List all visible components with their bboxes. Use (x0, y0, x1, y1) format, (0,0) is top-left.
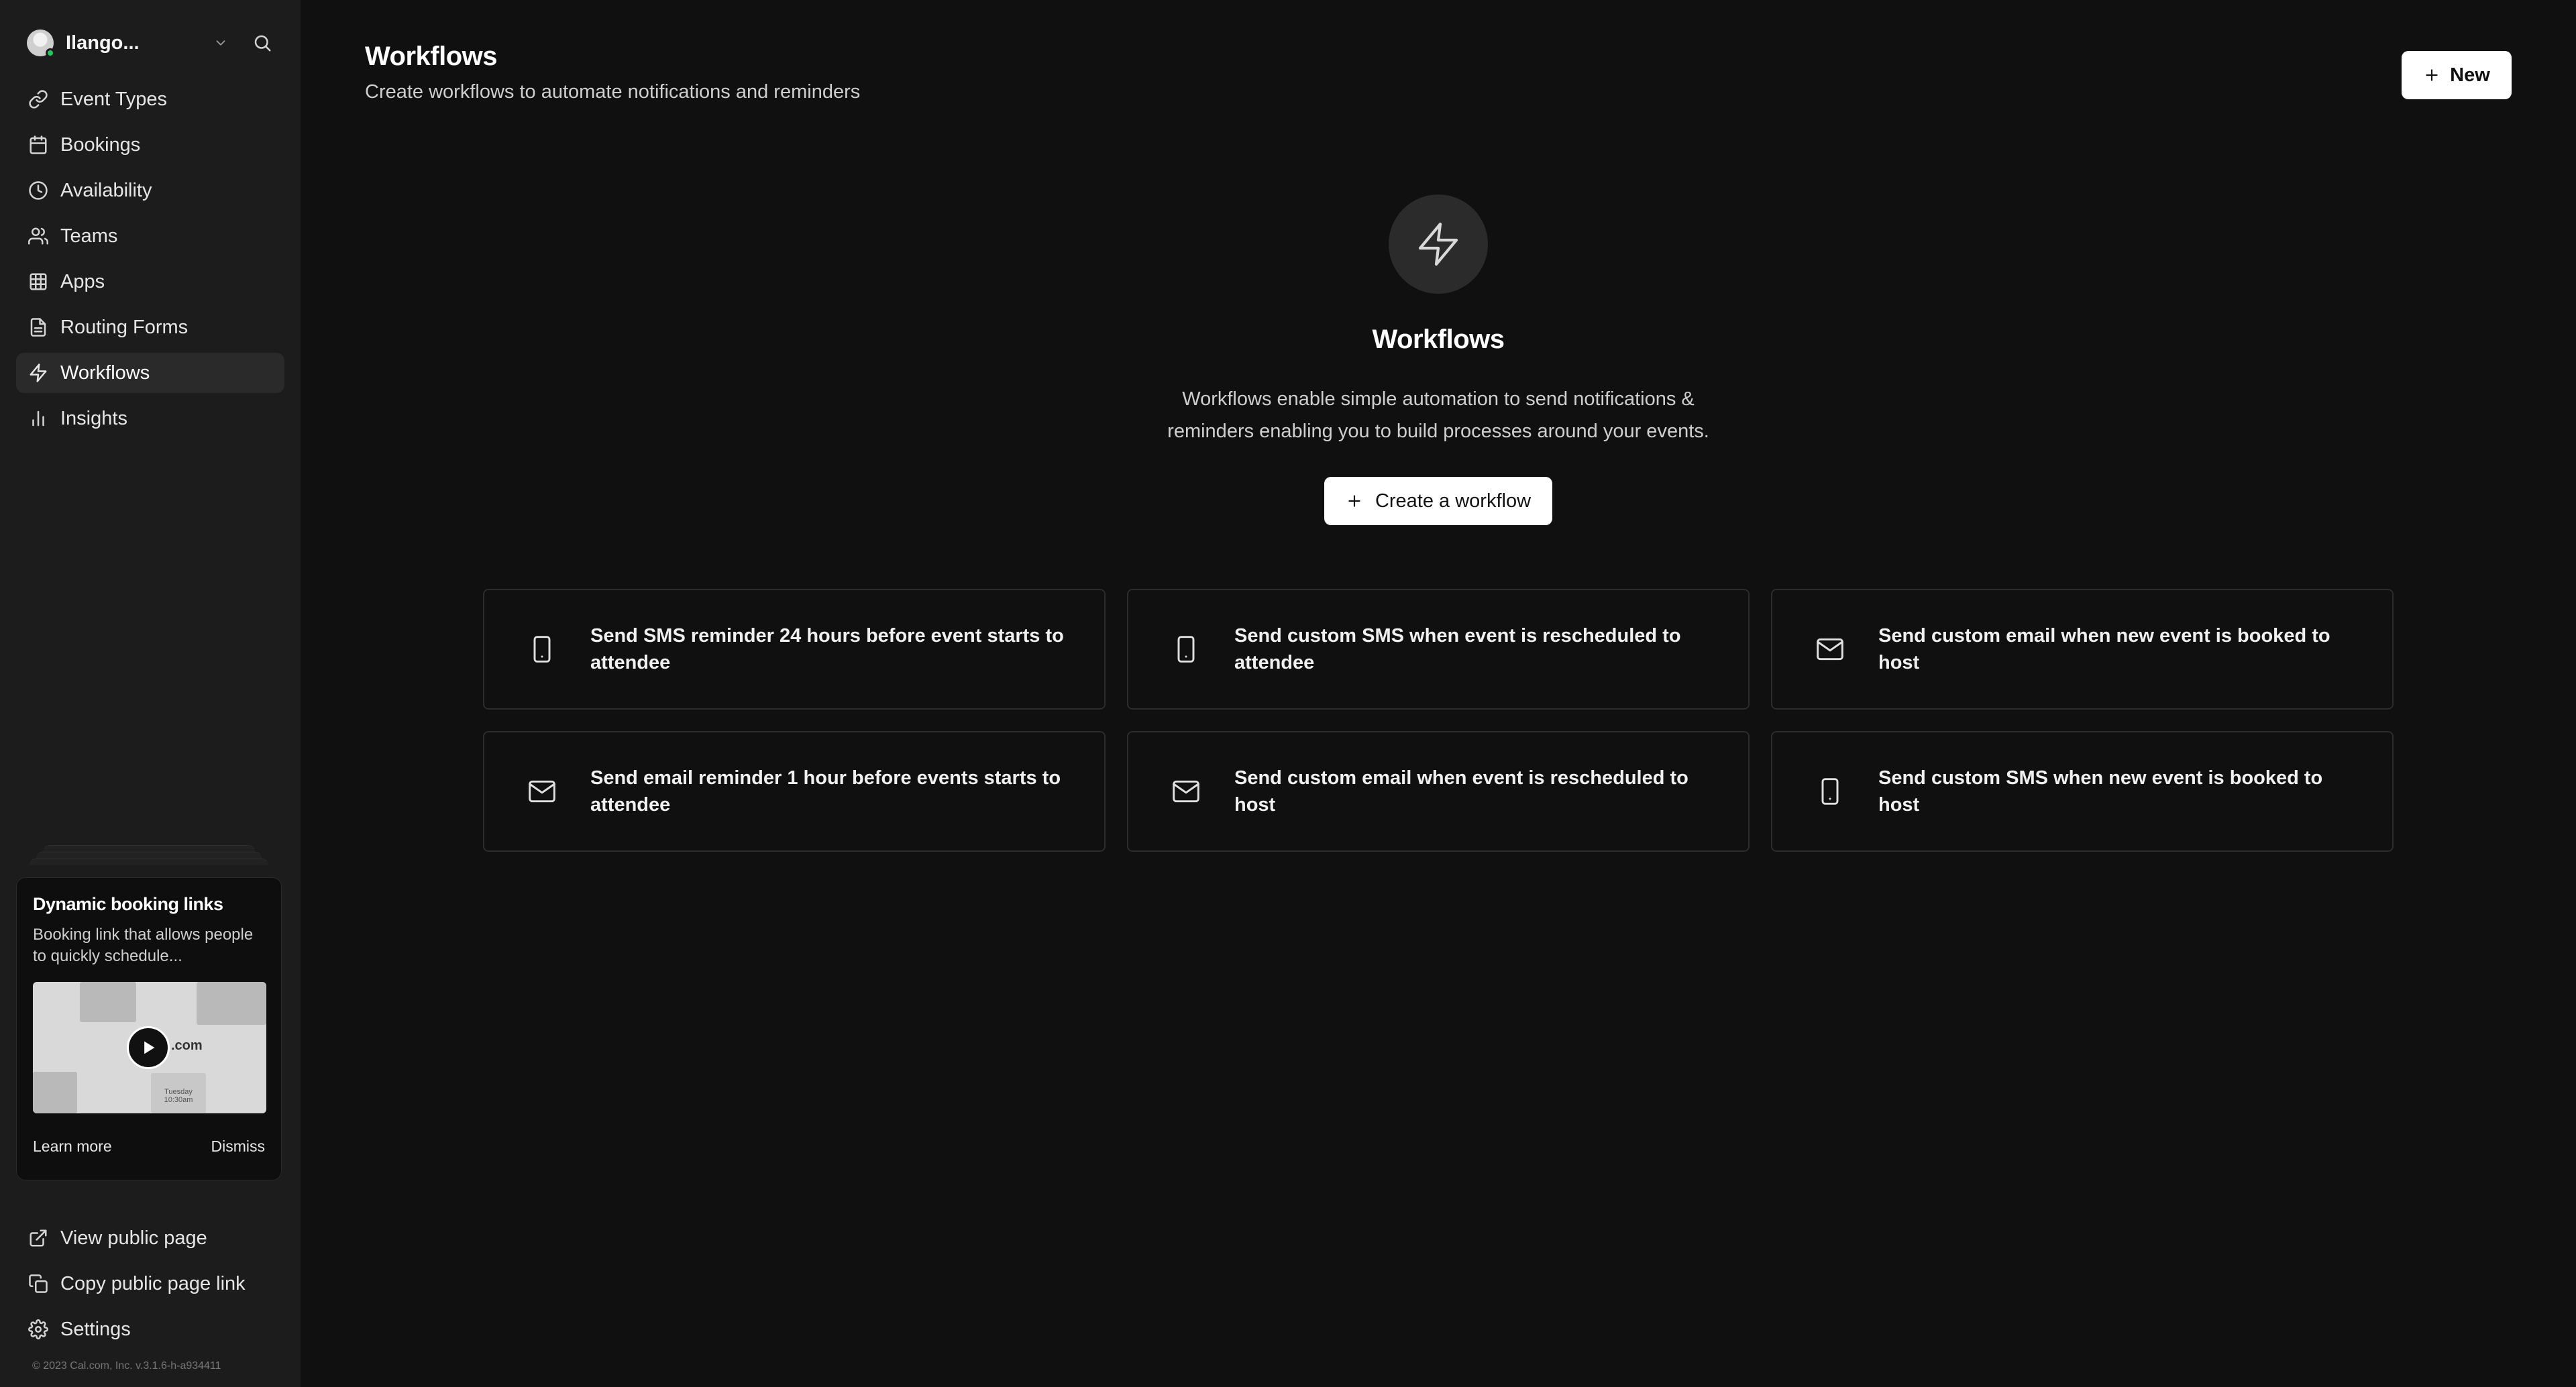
view-public-page-link[interactable]: View public page (16, 1218, 284, 1258)
new-button-label: New (2450, 64, 2490, 86)
search-icon[interactable] (251, 32, 274, 54)
sidebar-item-teams[interactable]: Teams (16, 216, 284, 256)
thumb-calendar-card: Tuesday 10:30am (151, 1073, 206, 1113)
workflow-template-card[interactable]: Send email reminder 1 hour before events… (483, 731, 1106, 852)
mail-icon (1815, 634, 1845, 664)
workflow-template-label: Send custom email when new event is book… (1878, 625, 2330, 673)
sidebar-item-workflows[interactable]: Workflows (16, 353, 284, 393)
sidebar-item-label: Bookings (60, 133, 141, 156)
workflow-template-card[interactable]: Send custom email when event is reschedu… (1127, 731, 1750, 852)
copy-icon (28, 1274, 48, 1294)
gear-icon (28, 1319, 48, 1339)
sidebar-item-label: Copy public page link (60, 1272, 246, 1294)
sidebar-item-availability[interactable]: Availability (16, 170, 284, 211)
promo-actions: Learn more Dismiss (33, 1138, 265, 1156)
copyright-text: © 2023 Cal.com, Inc. v.3.1.6-h-a934411 (32, 1360, 221, 1372)
plus-icon (2426, 69, 2438, 81)
page-title: Workflows (365, 42, 498, 71)
calendar-icon (28, 135, 48, 155)
workflow-template-label: Send custom SMS when event is reschedule… (1234, 625, 1681, 673)
sidebar-item-label: Settings (60, 1318, 131, 1340)
smartphone-icon (1171, 634, 1201, 664)
app-root: Ilango... Event Types Bookings Availabil… (0, 0, 2576, 1387)
dismiss-button[interactable]: Dismiss (211, 1138, 266, 1156)
sidebar-item-label: Event Types (60, 88, 168, 110)
users-icon (28, 226, 48, 246)
promo-title: Dynamic booking links (33, 894, 223, 914)
external-link-icon (28, 1228, 48, 1248)
sidebar-item-label: View public page (60, 1227, 207, 1249)
plus-icon (1348, 495, 1360, 507)
workflow-template-card[interactable]: Send custom SMS when event is reschedule… (1127, 589, 1750, 710)
sidebar-item-apps[interactable]: Apps (16, 262, 284, 302)
page-header: Workflows Create workflows to automate n… (365, 42, 860, 103)
sidebar-item-bookings[interactable]: Bookings (16, 125, 284, 165)
workflow-template-card[interactable]: Send custom SMS when new event is booked… (1771, 731, 2394, 852)
zap-icon (1389, 195, 1488, 294)
smartphone-icon (1815, 777, 1845, 806)
copy-public-page-link[interactable]: Copy public page link (16, 1264, 284, 1304)
play-icon[interactable] (127, 1026, 170, 1069)
smartphone-icon (527, 634, 557, 664)
main-nav: Event Types Bookings Availability Teams (16, 79, 284, 439)
create-workflow-button[interactable]: Create a workflow (1324, 477, 1553, 525)
empty-state-description-line-2: reminders enabling you to build processe… (1167, 421, 1709, 442)
empty-state-description: Workflows enable simple automation to se… (301, 383, 2576, 447)
file-icon (28, 317, 48, 337)
bottom-nav: View public page Copy public page link S… (16, 1218, 284, 1355)
empty-state-title: Workflows (1372, 325, 1505, 354)
sidebar-item-label: Apps (60, 270, 105, 292)
online-status-dot (46, 48, 55, 58)
create-workflow-label: Create a workflow (1375, 490, 1532, 512)
thumb-text: .com (171, 1038, 203, 1053)
workflow-template-card[interactable]: Send custom email when new event is book… (1771, 589, 2394, 710)
learn-more-link[interactable]: Learn more (33, 1138, 112, 1156)
zap-icon (28, 363, 48, 383)
user-menu[interactable]: Ilango... (16, 19, 284, 67)
promo-stack-decoration (16, 845, 282, 865)
sidebar-item-label: Routing Forms (60, 316, 189, 338)
bar-chart-icon (28, 408, 48, 429)
empty-state: Workflows Workflows enable simple automa… (301, 195, 2576, 525)
workflow-template-label: Send custom email when event is reschedu… (1234, 767, 1688, 816)
chevron-down-icon[interactable] (209, 32, 232, 54)
new-workflow-button[interactable]: New (2402, 51, 2512, 99)
thumb-person-image (33, 1072, 77, 1113)
main-content: Workflows Create workflows to automate n… (301, 0, 2576, 1387)
workflow-template-label: Send SMS reminder 24 hours before event … (590, 625, 1064, 673)
thumb-small-text: Tuesday 10:30am (164, 1088, 193, 1104)
sidebar: Ilango... Event Types Bookings Availabil… (0, 0, 301, 1387)
promo-description: Booking link that allows people to quick… (33, 926, 254, 965)
user-name: Ilango... (66, 32, 140, 54)
link-icon (28, 89, 48, 109)
empty-state-description-line-1: Workflows enable simple automation to se… (1182, 388, 1695, 410)
workflow-template-label: Send email reminder 1 hour before events… (590, 767, 1061, 816)
workflow-template-card[interactable]: Send SMS reminder 24 hours before event … (483, 589, 1106, 710)
mail-icon (1171, 777, 1201, 806)
avatar (27, 30, 55, 58)
sidebar-item-label: Workflows (60, 362, 150, 384)
sidebar-item-event-types[interactable]: Event Types (16, 79, 284, 119)
sidebar-item-label: Availability (60, 179, 152, 201)
mail-icon (527, 777, 557, 806)
promo-video-thumbnail[interactable]: Tuesday 10:30am .com (33, 982, 266, 1113)
sidebar-item-label: Insights (60, 407, 127, 429)
workflow-template-label: Send custom SMS when new event is booked… (1878, 767, 2323, 816)
thumb-person-image (197, 982, 266, 1025)
sidebar-item-label: Teams (60, 225, 118, 247)
thumb-person-image (80, 982, 136, 1022)
page-subtitle: Create workflows to automate notificatio… (365, 81, 861, 103)
grid-icon (28, 272, 48, 292)
settings-link[interactable]: Settings (16, 1309, 284, 1349)
clock-icon (28, 180, 48, 201)
sidebar-item-routing-forms[interactable]: Routing Forms (16, 307, 284, 347)
sidebar-item-insights[interactable]: Insights (16, 398, 284, 439)
promo-card: Dynamic booking links Booking link that … (16, 877, 282, 1180)
workflow-templates: Send SMS reminder 24 hours before event … (483, 589, 2394, 852)
